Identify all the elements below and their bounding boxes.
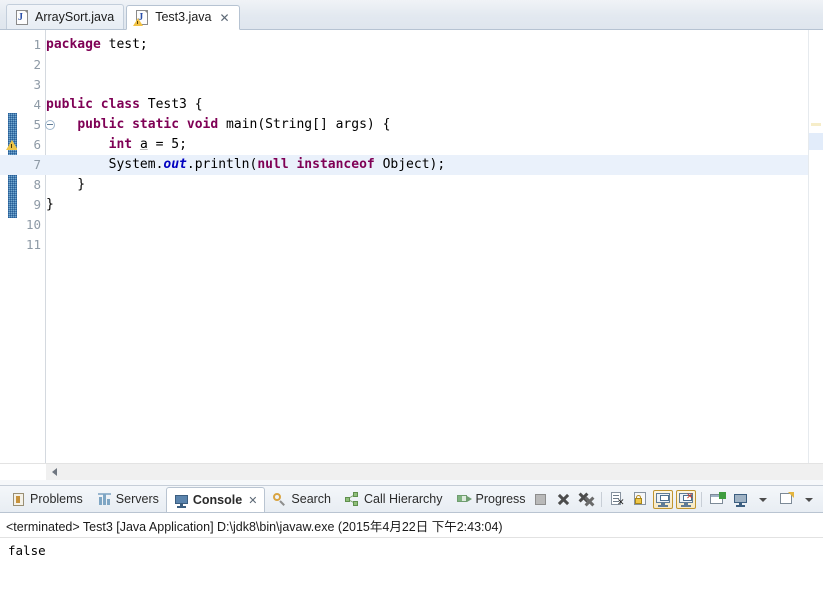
pin-console-button[interactable] — [707, 490, 727, 509]
code-line-current[interactable]: 7 System.out.println(null instanceof Obj… — [0, 155, 823, 175]
editor-horizontal-scrollbar[interactable] — [0, 463, 823, 480]
line-number: 2 — [33, 57, 41, 72]
code-lines: 1 package test; 2 3 4 public class Test3… — [0, 35, 823, 255]
tab-console[interactable]: Console ✕ — [165, 487, 266, 512]
editor-area: J ArraySort.java J Test3.java ✕ 1 packag… — [0, 0, 823, 485]
call-hierarchy-icon — [345, 491, 360, 507]
console-output[interactable]: false — [0, 538, 823, 559]
code-line[interactable]: 11 — [0, 235, 823, 255]
code-line[interactable]: 8 } — [0, 175, 823, 195]
tab-servers[interactable]: Servers — [90, 488, 166, 510]
clear-console-icon: ✕ — [610, 492, 625, 508]
line-content: } — [46, 197, 54, 212]
scroll-lock-icon — [633, 492, 648, 507]
java-file-warning-icon: J — [133, 10, 150, 26]
line-number: 7 — [33, 157, 41, 172]
overview-ruler[interactable] — [808, 30, 823, 463]
console-view[interactable]: <terminated> Test3 [Java Application] D:… — [0, 512, 823, 590]
chevron-down-icon — [759, 497, 767, 502]
code-line[interactable]: 1 package test; — [0, 35, 823, 55]
code-line[interactable]: 4 public class Test3 { — [0, 95, 823, 115]
chevron-down-icon — [805, 497, 813, 502]
line-content: package test; — [46, 37, 148, 52]
display-console-icon — [733, 492, 748, 507]
scroll-left-button[interactable] — [46, 464, 63, 480]
line-number: 1 — [33, 37, 41, 52]
console-toolbar: ✕ ✕ — [530, 489, 819, 510]
console-icon — [174, 493, 189, 508]
tab-problems[interactable]: Problems — [4, 488, 90, 510]
show-console-stdout-icon — [655, 492, 671, 507]
bottom-panel: Problems Servers Console ✕ Search Call H… — [0, 485, 823, 590]
editor-tab-arraysort[interactable]: J ArraySort.java — [6, 4, 125, 29]
line-number: 11 — [25, 237, 41, 252]
bottom-panel-tab-bar: Problems Servers Console ✕ Search Call H… — [0, 486, 823, 512]
java-file-icon: J — [15, 9, 30, 25]
tab-progress[interactable]: Progress — [450, 488, 533, 510]
tab-search[interactable]: Search — [265, 488, 338, 510]
line-number: 10 — [25, 217, 41, 232]
clear-console-button[interactable]: ✕ — [607, 490, 627, 509]
line-number: 8 — [33, 177, 41, 192]
editor-tab-test3[interactable]: J Test3.java ✕ — [126, 5, 240, 30]
line-number: 4 — [33, 97, 41, 112]
remove-launch-button[interactable] — [553, 490, 573, 509]
tab-label: Problems — [30, 492, 83, 506]
close-icon[interactable]: ✕ — [219, 12, 229, 24]
code-line[interactable]: 5 public static void main(String[] args)… — [0, 115, 823, 135]
code-line[interactable]: 2 — [0, 55, 823, 75]
console-launch-label: <terminated> Test3 [Java Application] D:… — [0, 513, 823, 538]
pin-console-icon — [709, 492, 726, 507]
display-selected-console-button[interactable] — [730, 490, 750, 509]
terminate-button[interactable] — [530, 490, 550, 509]
editor-tab-label: ArraySort.java — [35, 9, 115, 24]
remove-all-launches-button[interactable] — [576, 490, 596, 509]
show-console-on-output-button[interactable] — [653, 490, 673, 509]
problems-icon — [11, 492, 26, 507]
overview-warning-mark[interactable] — [811, 123, 821, 126]
open-console-icon — [779, 492, 794, 507]
line-number: 6 — [33, 137, 41, 152]
tab-call-hierarchy[interactable]: Call Hierarchy — [338, 488, 450, 510]
tab-label: Call Hierarchy — [364, 492, 443, 506]
scrollbar-left-gap — [0, 464, 46, 480]
line-content: public static void main(String[] args) { — [77, 117, 391, 132]
tab-label: Servers — [115, 492, 159, 506]
code-editor[interactable]: 1 package test; 2 3 4 public class Test3… — [0, 30, 823, 463]
line-number: 9 — [33, 197, 41, 212]
line-content: } — [46, 177, 86, 192]
search-icon — [272, 492, 287, 507]
code-line[interactable]: 3 — [0, 75, 823, 95]
overview-selection-mark[interactable] — [809, 133, 823, 150]
tab-label: Progress — [475, 492, 526, 506]
code-line[interactable]: 6 int a = 5; — [0, 135, 823, 155]
show-console-on-error-button[interactable]: ✕ — [676, 490, 696, 509]
editor-tab-label: Test3.java — [155, 10, 212, 25]
scrollbar-track[interactable] — [46, 464, 823, 480]
editor-tab-bar: J ArraySort.java J Test3.java ✕ — [0, 0, 823, 30]
code-line[interactable]: 9 } — [0, 195, 823, 215]
servers-icon — [97, 492, 112, 507]
code-line[interactable]: 10 — [0, 215, 823, 235]
line-content: public class Test3 { — [46, 97, 203, 112]
eclipse-window: J ArraySort.java J Test3.java ✕ 1 packag… — [0, 0, 823, 590]
line-number: 5 — [33, 117, 41, 132]
show-console-stderr-icon: ✕ — [678, 492, 694, 507]
progress-icon — [456, 492, 472, 507]
line-number: 3 — [33, 77, 41, 92]
remove-all-icon — [578, 492, 594, 507]
line-content: int a = 5; — [108, 137, 187, 152]
tab-label: Console — [192, 493, 243, 507]
toolbar-separator — [601, 492, 602, 507]
open-console-button[interactable] — [776, 490, 796, 509]
close-icon[interactable]: ✕ — [248, 494, 257, 507]
scroll-lock-button[interactable] — [630, 490, 650, 509]
tab-label: Search — [291, 492, 332, 506]
open-console-menu-button[interactable] — [799, 490, 819, 509]
remove-icon — [556, 492, 571, 507]
display-console-menu-button[interactable] — [753, 490, 773, 509]
line-content: System.out.println(null instanceof Objec… — [46, 157, 446, 172]
toolbar-separator — [701, 492, 702, 507]
terminate-icon — [533, 492, 548, 507]
